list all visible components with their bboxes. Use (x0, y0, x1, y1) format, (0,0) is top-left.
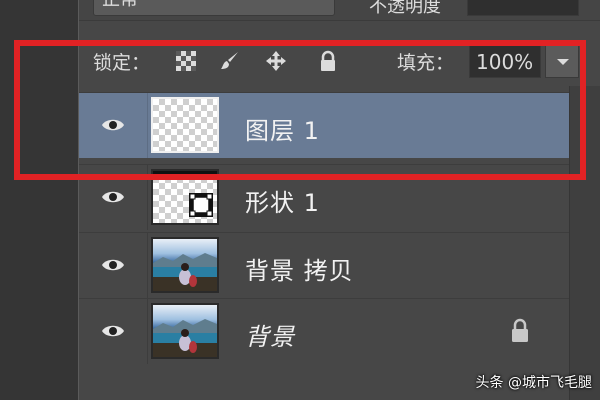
eye-icon (102, 325, 124, 337)
layer-lock-icon (512, 318, 528, 342)
watermark: 头条 @城市飞毛腿 (475, 375, 592, 391)
eye-icon (102, 191, 124, 203)
opacity-field[interactable] (467, 0, 579, 16)
layer-name[interactable]: 形状 1 (245, 183, 320, 218)
layer-row-background[interactable]: 背景 (79, 298, 569, 364)
blend-mode-value: 正常 (102, 0, 138, 10)
photo-thumbnail-image (153, 319, 217, 357)
visibility-toggle[interactable] (79, 233, 148, 298)
layer-name[interactable]: 背景 (245, 317, 295, 352)
photoshop-window: 正常 不透明度 锁定： (0, 0, 600, 400)
layer-name[interactable]: 背景 拷贝 (245, 251, 354, 286)
visibility-toggle[interactable] (79, 299, 148, 364)
layers-top-bar: 正常 不透明度 (79, 0, 600, 21)
layer-row-background-copy[interactable]: 背景 拷贝 (79, 232, 569, 298)
layer-thumbnail (151, 237, 219, 293)
opacity-label: 不透明度 (369, 0, 441, 17)
blend-mode-select[interactable]: 正常 (93, 0, 335, 16)
eye-icon (102, 259, 124, 271)
layer-thumbnail (151, 303, 219, 359)
photo-thumbnail-image (153, 253, 217, 291)
red-highlight-annotation (14, 40, 586, 180)
